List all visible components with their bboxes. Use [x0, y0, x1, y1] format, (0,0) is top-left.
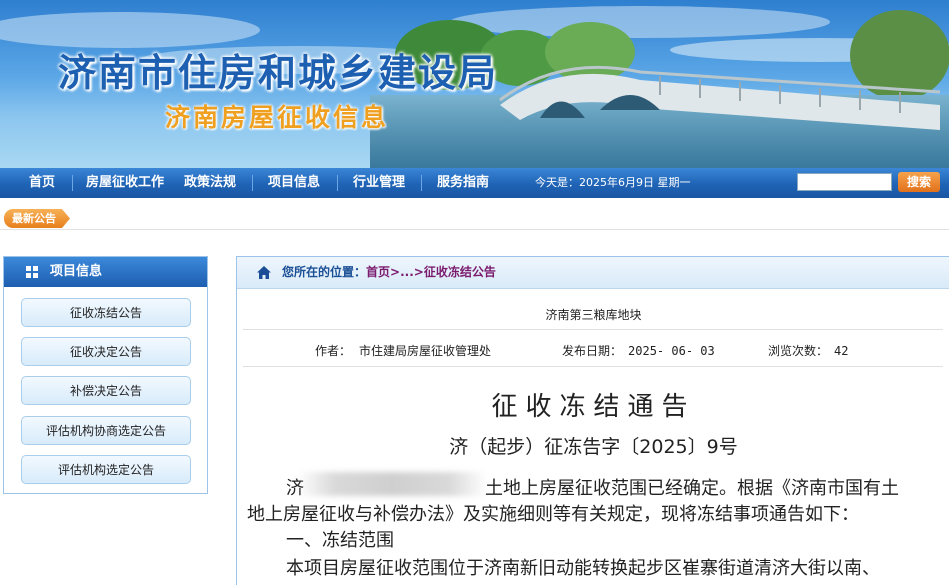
home-icon [257, 266, 271, 279]
sidebar-header: 项目信息 [4, 257, 207, 287]
grid-icon [26, 266, 38, 278]
paragraph-2: 本项目房屋征收范围位于济南新旧动能转换起步区崔寨街道清济大街以南、 [286, 558, 880, 579]
nav-divider [337, 175, 338, 191]
site-banner: 济南市住房和城乡建设局 济南房屋征收信息 [0, 0, 949, 168]
document-number: 济（起步）征冻告字〔2025〕9号 [449, 436, 738, 458]
author-meta: 作者： 市住建局房屋征收管理处 [315, 342, 491, 359]
paragraph-1-line-2: 地上房屋征收与补偿办法》及实施细则等有关规定，现将冻结事项通告如下： [247, 504, 859, 525]
sidebar-item-appraisal-negotiation-notice[interactable]: 评估机构协商选定公告 [21, 416, 191, 445]
breadcrumb: 您所在的位置：首页>...>征收冻结公告 [237, 256, 949, 289]
sidebar-item-compensation-notice[interactable]: 补偿决定公告 [21, 376, 191, 405]
views-meta: 浏览次数： 42 [768, 342, 848, 359]
date-meta: 发布日期： 2025- 06- 03 [562, 342, 715, 359]
breadcrumb-prefix: 您所在的位置： [282, 265, 367, 279]
project-name: 济南第三粮库地块 [545, 308, 642, 322]
author-value: 市住建局房屋征收管理处 [359, 344, 492, 358]
nav-item-service-guide[interactable]: 服务指南 [437, 168, 489, 198]
publish-date: 2025- 06- 03 [628, 344, 715, 358]
views-count: 42 [834, 344, 849, 358]
breadcrumb-home-link[interactable]: 首页 [366, 265, 390, 279]
section-heading-freeze-scope: 一、冻结范围 [286, 530, 394, 551]
sidebar: 项目信息 征收冻结公告 征收决定公告 补偿决定公告 评估机构协商选定公告 评估机… [3, 256, 208, 494]
author-label: 作者： [315, 344, 352, 358]
sidebar-item-decision-notice[interactable]: 征收决定公告 [21, 337, 191, 366]
main-content: 您所在的位置：首页>...>征收冻结公告 济南第三粮库地块 作者： 市住建局房屋征… [236, 256, 949, 585]
site-title: 济南市住房和城乡建设局 [58, 50, 499, 95]
nav-item-expropriation-work[interactable]: 房屋征收工作 [86, 168, 164, 198]
nav-divider [252, 175, 253, 191]
current-date: 今天是：2025年6月9日 星期一 [535, 176, 691, 189]
sidebar-item-freeze-notice[interactable]: 征收冻结公告 [21, 298, 191, 327]
nav-item-home[interactable]: 首页 [29, 168, 55, 198]
redacted-text [297, 472, 487, 496]
breadcrumb-current-link[interactable]: 征收冻结公告 [424, 265, 496, 279]
divider [243, 366, 943, 367]
sidebar-title: 项目信息 [50, 264, 103, 279]
nav-item-policies[interactable]: 政策法规 [184, 168, 236, 198]
nav-divider [72, 175, 73, 191]
divider [243, 329, 943, 330]
search-input[interactable] [797, 173, 892, 191]
site-subtitle: 济南房屋征收信息 [165, 103, 390, 132]
paragraph-1-rest: 土地上房屋征收范围已经确定。根据《济南市国有土 [485, 478, 899, 499]
breadcrumb-trail: 您所在的位置：首页>...>征收冻结公告 [282, 257, 496, 288]
nav-divider [421, 175, 422, 191]
sidebar-item-appraisal-selection-notice[interactable]: 评估机构选定公告 [21, 455, 191, 484]
breadcrumb-ellipsis: >...> [390, 265, 424, 279]
latest-notice-tag: 最新公告 [4, 209, 70, 228]
search-button[interactable]: 搜索 [898, 172, 940, 192]
document-title: 征收冻结通告 [491, 392, 696, 422]
nav-item-industry[interactable]: 行业管理 [353, 168, 405, 198]
nav-item-projects[interactable]: 项目信息 [268, 168, 320, 198]
views-label: 浏览次数： [768, 344, 829, 358]
notice-divider [0, 229, 949, 230]
date-label: 发布日期： [562, 344, 623, 358]
